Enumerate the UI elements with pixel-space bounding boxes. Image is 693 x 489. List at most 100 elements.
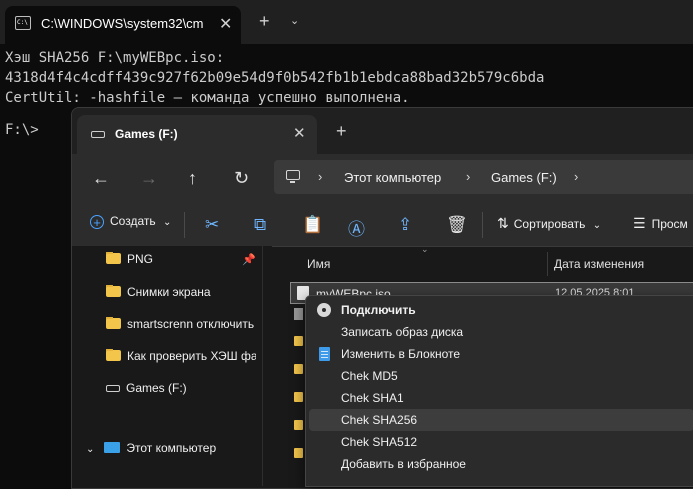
chevron-down-icon[interactable]: ⌄ <box>86 444 94 455</box>
computer-icon <box>286 170 300 183</box>
folder-icon <box>106 285 121 297</box>
disc-icon <box>317 303 331 317</box>
computer-icon <box>104 442 121 453</box>
breadcrumb-this-pc[interactable]: Этот компьютер <box>344 170 441 185</box>
command-bar: + Создать ⌄ ✂ ⧉ 📋 Ⓐ ⇪ 🗑 ⇅ Сортировать ⌄ ☰ П… <box>72 204 693 247</box>
sidebar-item-games-drive[interactable]: Games (F:) <box>106 381 256 395</box>
menu-item-check-sha256[interactable]: Chek SHA256 <box>309 409 693 431</box>
toolbar-divider <box>482 212 483 238</box>
sidebar-item-screenshots[interactable]: Снимки экрана <box>106 285 256 299</box>
explorer-tab-title: Games (F:) <box>115 127 178 141</box>
menu-item-label: Подключить <box>341 303 416 317</box>
menu-item-label: Chek SHA512 <box>341 435 418 449</box>
new-tab-button[interactable]: + <box>259 11 270 32</box>
sidebar-item-label: PNG <box>127 252 154 266</box>
folder-icon <box>106 349 121 361</box>
column-divider[interactable] <box>547 252 548 276</box>
close-icon[interactable]: ✕ <box>293 124 306 142</box>
refresh-icon[interactable]: ↻ <box>234 168 249 189</box>
chevron-down-icon: ⌄ <box>592 220 602 231</box>
back-arrow-icon[interactable]: ← <box>92 168 110 189</box>
view-label: Просм <box>651 217 688 231</box>
create-label: Создать <box>110 214 156 228</box>
menu-item-mount[interactable]: Подключить <box>309 299 693 321</box>
breadcrumb-separator[interactable]: › <box>574 169 578 184</box>
menu-item-label: Chek SHA256 <box>341 413 418 427</box>
menu-item-label: Chek SHA1 <box>341 391 404 405</box>
rename-icon[interactable]: Ⓐ <box>348 215 365 240</box>
folder-icon <box>294 364 303 374</box>
chevron-down-icon: ⌄ <box>162 217 172 228</box>
cmd-output-line: 4318d4f4c4cdff439c927f62b09e54d9f0b542fb… <box>5 70 545 86</box>
folder-icon <box>106 252 121 264</box>
navigation-bar: ← → ↑ ↻ › Этот компьютер › Games (F:) › <box>72 154 693 204</box>
new-tab-button[interactable]: + <box>336 121 347 142</box>
cmd-output-line: Хэш SHA256 F:\myWEBpc.iso: <box>5 50 225 66</box>
notepad-icon <box>319 347 330 361</box>
drive-icon <box>91 131 105 138</box>
sort-label: Сортировать <box>513 217 586 231</box>
paste-icon[interactable]: 📋 <box>302 215 323 235</box>
menu-item-label: Записать образ диска <box>341 325 464 339</box>
cmd-output: Хэш SHA256 F:\myWEBpc.iso: 4318d4f4c4cdff… <box>5 48 544 108</box>
menu-item-label: Добавить в избранное <box>341 457 466 471</box>
delete-icon[interactable]: 🗑 <box>446 215 468 235</box>
address-bar[interactable]: › Этот компьютер › Games (F:) › <box>274 160 693 194</box>
toolbar-divider <box>184 212 185 238</box>
create-button[interactable]: + Создать ⌄ <box>90 214 171 229</box>
copy-icon[interactable]: ⧉ <box>254 215 266 235</box>
view-list-icon: ☰ <box>633 215 646 231</box>
pin-icon[interactable]: 📌 <box>242 253 256 266</box>
close-icon[interactable]: ✕ <box>219 14 232 34</box>
sort-icon: ⇅ <box>497 215 509 231</box>
up-arrow-icon[interactable]: ↑ <box>188 168 197 189</box>
cmd-tab[interactable]: C:\ C:\WINDOWS\system32\cmd.e ✕ <box>5 6 241 44</box>
sort-indicator-icon: ⌄ <box>421 244 429 254</box>
sidebar-item-this-pc[interactable]: ⌄ Этот компьютер <box>86 441 216 455</box>
pane-splitter[interactable] <box>262 246 263 486</box>
sidebar-item-label: Games (F:) <box>126 381 187 395</box>
plus-circle-icon: + <box>90 215 104 229</box>
sidebar-item-hash-check[interactable]: Как проверить ХЭШ фа <box>106 349 256 363</box>
menu-item-edit-notepad[interactable]: Изменить в Блокноте <box>309 343 693 365</box>
share-icon[interactable]: ⇪ <box>398 215 412 235</box>
sidebar-item-png[interactable]: PNG <box>106 252 256 266</box>
explorer-tab-bar: Games (F:) ✕ + <box>72 108 693 154</box>
folder-icon <box>294 392 303 402</box>
menu-item-label: Изменить в Блокноте <box>341 347 461 361</box>
folder-icon <box>294 448 303 458</box>
menu-item-check-sha512[interactable]: Chek SHA512 <box>309 431 693 453</box>
explorer-tab[interactable]: Games (F:) ✕ <box>77 115 317 154</box>
breadcrumb-games-drive[interactable]: Games (F:) <box>491 170 557 185</box>
sidebar-item-smartscreen[interactable]: smartscrenn отключить <box>106 317 256 331</box>
column-header-date[interactable]: Дата изменения <box>554 257 644 271</box>
cmd-output-line: CertUtil: -hashfile — команда успешно вы… <box>5 90 410 106</box>
sort-button[interactable]: ⇅ Сортировать ⌄ <box>497 215 601 232</box>
column-header-name[interactable]: Имя <box>307 257 330 271</box>
sidebar-item-label: smartscrenn отключить <box>127 317 255 331</box>
breadcrumb-separator: › <box>318 169 323 184</box>
sidebar-item-label: Этот компьютер <box>126 441 217 455</box>
folder-icon <box>106 317 121 329</box>
folder-icon <box>294 336 303 346</box>
sidebar-item-label: Как проверить ХЭШ фа <box>127 349 256 363</box>
cmd-tab-title: C:\WINDOWS\system32\cmd.e <box>41 16 203 31</box>
cmd-tab-bar: C:\ C:\WINDOWS\system32\cmd.e ✕ + ⌄ <box>0 0 693 44</box>
menu-item-check-sha1[interactable]: Chek SHA1 <box>309 387 693 409</box>
chevron-down-icon[interactable]: ⌄ <box>290 14 299 27</box>
breadcrumb-separator: › <box>466 169 471 184</box>
menu-item-burn-image[interactable]: Записать образ диска <box>309 321 693 343</box>
view-button[interactable]: ☰ Просм <box>633 215 688 232</box>
menu-item-add-favorites[interactable]: Добавить в избранное <box>309 453 693 475</box>
file-icon <box>294 308 303 320</box>
cut-icon[interactable]: ✂ <box>205 215 219 235</box>
folder-icon <box>294 420 303 430</box>
sidebar-item-label: Снимки экрана <box>127 285 211 299</box>
drive-icon <box>106 385 120 392</box>
menu-item-label: Chek MD5 <box>341 369 398 383</box>
terminal-icon: C:\ <box>15 16 31 30</box>
menu-item-check-md5[interactable]: Chek MD5 <box>309 365 693 387</box>
cmd-prompt[interactable]: F:\> <box>5 122 39 138</box>
forward-arrow-icon[interactable]: → <box>140 168 158 189</box>
context-menu: Подключить Записать образ диска Изменить… <box>305 295 693 487</box>
